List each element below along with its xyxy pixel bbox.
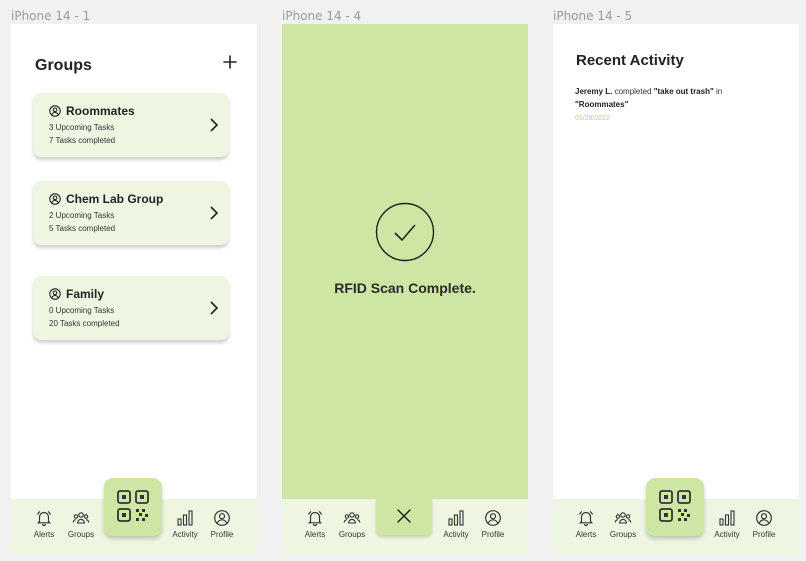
group-card-chem-lab[interactable]: Chem Lab Group 2 Upcoming Tasks 5 Tasks … xyxy=(33,181,229,245)
nav-label: Groups xyxy=(609,530,637,539)
group-name: Family xyxy=(66,287,105,301)
completed-tasks: 7 Tasks completed xyxy=(49,136,116,145)
scan-complete-screen: RFID Scan Complete. Alerts Groups Activi… xyxy=(282,24,528,554)
nav-groups[interactable]: Groups xyxy=(332,509,372,539)
plus-icon[interactable] xyxy=(221,53,239,71)
nav-label: Activity xyxy=(443,530,469,539)
nav-alerts[interactable]: Alerts xyxy=(295,509,335,539)
nav-groups[interactable]: Groups xyxy=(603,509,643,539)
activity-entry: Jeremy L. completed "take out trash" in … xyxy=(575,85,775,111)
nav-label: Alerts xyxy=(33,530,55,539)
group-name: Chem Lab Group xyxy=(66,192,164,206)
people-icon xyxy=(72,512,90,524)
nav-profile[interactable]: Profile xyxy=(202,509,242,539)
user-circle-icon xyxy=(49,193,61,205)
groups-screen: Groups Roommates 3 Upcoming Tasks 7 Task… xyxy=(11,24,257,554)
activity-verb: completed xyxy=(612,87,654,96)
scan-complete-message: RFID Scan Complete. xyxy=(334,280,476,296)
nav-label: Groups xyxy=(67,530,95,539)
qr-code-icon xyxy=(117,490,149,522)
nav-profile[interactable]: Profile xyxy=(473,509,513,539)
qr-scan-button[interactable] xyxy=(104,478,162,536)
group-card-roommates[interactable]: Roommates 3 Upcoming Tasks 7 Tasks compl… xyxy=(33,93,229,157)
frame-label-4: iPhone 14 - 4 xyxy=(282,9,362,23)
bell-icon xyxy=(578,511,594,527)
nav-label: Profile xyxy=(752,530,776,539)
nav-label: Alerts xyxy=(304,530,326,539)
nav-label: Activity xyxy=(172,530,198,539)
bell-icon xyxy=(307,511,323,527)
nav-profile[interactable]: Profile xyxy=(744,509,784,539)
people-icon xyxy=(614,512,632,524)
bar-chart-icon xyxy=(448,510,464,526)
bar-chart-icon xyxy=(719,510,735,526)
recent-activity-screen: Recent Activity Jeremy L. completed "tak… xyxy=(553,24,799,554)
nav-label: Activity xyxy=(714,530,740,539)
check-circle-icon xyxy=(375,202,435,262)
upcoming-tasks: 2 Upcoming Tasks xyxy=(49,211,115,220)
nav-label: Groups xyxy=(338,530,366,539)
completed-tasks: 5 Tasks completed xyxy=(49,224,116,233)
nav-activity[interactable]: Activity xyxy=(436,509,476,539)
page-title: Recent Activity xyxy=(576,52,684,69)
chevron-right-icon xyxy=(210,118,219,132)
close-icon xyxy=(397,509,411,523)
nav-label: Profile xyxy=(481,530,505,539)
bar-chart-icon xyxy=(177,510,193,526)
people-icon xyxy=(343,512,361,524)
group-name: Roommates xyxy=(66,104,135,118)
user-circle-icon xyxy=(214,510,230,526)
nav-alerts[interactable]: Alerts xyxy=(24,509,64,539)
activity-connector: in xyxy=(713,87,723,96)
nav-activity[interactable]: Activity xyxy=(707,509,747,539)
user-circle-icon xyxy=(485,510,501,526)
nav-alerts[interactable]: Alerts xyxy=(566,509,606,539)
activity-task: "take out trash" xyxy=(653,87,714,96)
upcoming-tasks: 3 Upcoming Tasks xyxy=(49,123,115,132)
frame-label-5: iPhone 14 - 5 xyxy=(553,9,633,23)
user-circle-icon xyxy=(49,105,61,117)
activity-date: 01/28/2022 xyxy=(575,115,611,122)
upcoming-tasks: 0 Upcoming Tasks xyxy=(49,306,115,315)
nav-activity[interactable]: Activity xyxy=(165,509,205,539)
qr-code-icon xyxy=(659,490,691,522)
user-circle-icon xyxy=(49,288,61,300)
frame-label-1: iPhone 14 - 1 xyxy=(11,9,91,23)
completed-tasks: 20 Tasks completed xyxy=(49,319,120,328)
activity-group: "Roommates" xyxy=(575,100,629,109)
close-button[interactable] xyxy=(376,499,432,535)
nav-groups[interactable]: Groups xyxy=(61,509,101,539)
nav-label: Alerts xyxy=(575,530,597,539)
bell-icon xyxy=(36,511,52,527)
qr-scan-button[interactable] xyxy=(646,478,704,536)
activity-user: Jeremy L. xyxy=(575,87,613,96)
nav-label: Profile xyxy=(210,530,234,539)
page-title: Groups xyxy=(35,57,92,74)
group-card-family[interactable]: Family 0 Upcoming Tasks 20 Tasks complet… xyxy=(33,276,229,340)
chevron-right-icon xyxy=(210,301,219,315)
user-circle-icon xyxy=(756,510,772,526)
chevron-right-icon xyxy=(210,206,219,220)
